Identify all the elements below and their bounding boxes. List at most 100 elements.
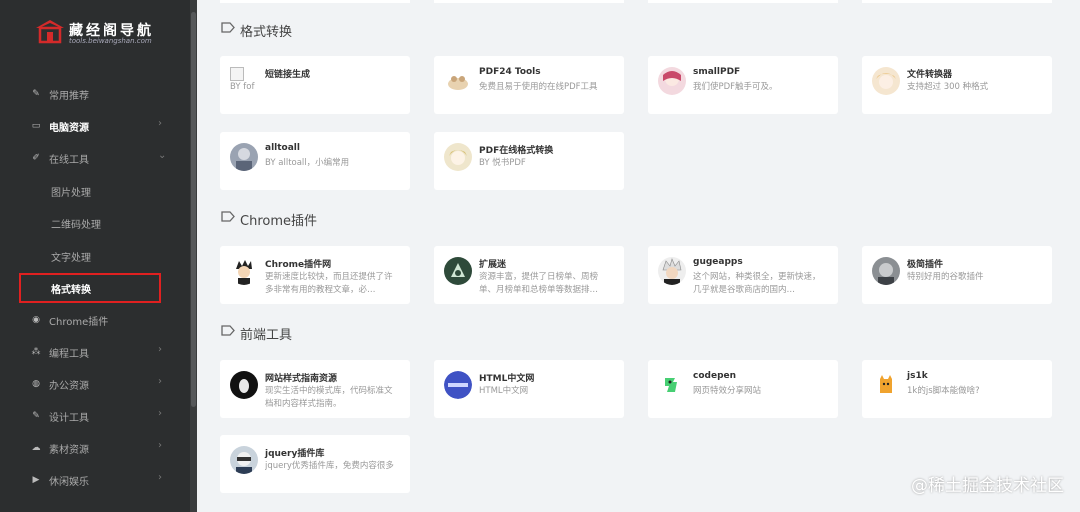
- sub-item-label: 二维码处理: [51, 220, 101, 231]
- sub-item-label: 文字处理: [51, 253, 91, 264]
- tag-icon: [221, 22, 235, 33]
- avatar-icon: [444, 143, 472, 171]
- card-desc: 网页特效分享网站: [693, 386, 762, 396]
- card-title: 文件转换器: [907, 70, 953, 80]
- nav-item-chrome[interactable]: ◉ Chrome插件: [0, 304, 190, 336]
- sidebar: 藏经阁导航 tools.beiwangshan.com ✎ 常用推荐 ▭ 电脑资…: [0, 0, 197, 512]
- site-card[interactable]: codepen 网页特效分享网站: [648, 360, 838, 418]
- card-desc: 更新速度比较快，而且还提供了许多非常有用的教程文章，必…: [265, 272, 393, 295]
- nav-item-programming[interactable]: ⁂ 编程工具 ›: [0, 336, 190, 368]
- main-content: 格式转换 短链接生成 BY fof PDF24 Tools 免费且易于使用的在线…: [197, 0, 1080, 512]
- card-edge: [434, 0, 624, 3]
- chevron-right-icon: ›: [158, 376, 162, 387]
- active-highlight-box: [19, 273, 161, 303]
- avatar-icon: [658, 257, 686, 285]
- nav-item-materials[interactable]: ☁ 素材资源 ›: [0, 432, 190, 464]
- card-title: jquery插件库: [265, 449, 325, 459]
- chrome-icon: ◉: [32, 315, 40, 325]
- site-card[interactable]: HTML中文网 HTML中文网: [434, 360, 624, 418]
- card-title: 短链接生成: [265, 70, 311, 80]
- card-title: gugeapps: [693, 257, 743, 267]
- chevron-right-icon: ›: [158, 440, 162, 451]
- site-card[interactable]: gugeapps 这个网站，种类很全，更新快速，几乎就是谷歌商店的国内…: [648, 246, 838, 304]
- sub-item-qrcode[interactable]: 二维码处理: [0, 207, 190, 239]
- nav-item-office[interactable]: ◍ 办公资源 ›: [0, 368, 190, 400]
- chevron-right-icon: ›: [158, 408, 162, 419]
- nav-item-computer[interactable]: ▭ 电脑资源 ›: [0, 110, 190, 142]
- card-desc: HTML中文网: [479, 386, 529, 396]
- card-desc: BY 悦书PDF: [479, 158, 526, 168]
- site-card[interactable]: 网站样式指南资源 现实生活中的模式库，代码标准文档和内容样式指南。: [220, 360, 410, 418]
- nav-label: 在线工具: [49, 155, 89, 166]
- broken-image-icon: [230, 67, 244, 81]
- card-title: PDF在线格式转换: [479, 146, 554, 156]
- sub-item-label: 图片处理: [51, 188, 91, 199]
- html-cn-logo-icon: [444, 371, 472, 399]
- card-desc: jquery优秀插件库，免费内容很多: [265, 461, 394, 471]
- chevron-right-icon: ›: [158, 472, 162, 483]
- nav-item-leisure[interactable]: ▶ 休闲娱乐 ›: [0, 464, 190, 496]
- briefcase-icon: ◍: [32, 379, 40, 389]
- site-card[interactable]: PDF在线格式转换 BY 悦书PDF: [434, 132, 624, 190]
- js1k-logo-icon: [872, 371, 900, 399]
- site-card[interactable]: Chrome插件网 更新速度比较快，而且还提供了许多非常有用的教程文章，必…: [220, 246, 410, 304]
- site-card[interactable]: jquery插件库 jquery优秀插件库，免费内容很多: [220, 435, 410, 493]
- card-title: PDF24 Tools: [479, 67, 541, 77]
- nav-label: 办公资源: [49, 381, 89, 392]
- nav-item-online-tools[interactable]: ✐ 在线工具 ⌄: [0, 142, 190, 174]
- site-card[interactable]: alltoall BY alltoall，小编常用: [220, 132, 410, 190]
- site-card[interactable]: 文件转换器 支持超过 300 种格式: [862, 56, 1052, 114]
- tag-icon: [221, 211, 235, 222]
- card-edge: [862, 0, 1052, 3]
- chevron-down-icon: ⌄: [158, 150, 167, 161]
- card-title: alltoall: [265, 143, 300, 153]
- nav-label: 编程工具: [49, 349, 89, 360]
- nav-item-common[interactable]: ✎ 常用推荐: [0, 78, 190, 110]
- pin-icon: ✎: [32, 89, 40, 99]
- site-card[interactable]: 扩展迷 资源丰富，提供了日榜单、周榜单、月榜单和总榜单等数据排…: [434, 246, 624, 304]
- card-desc: 1k的js脚本能做啥?: [907, 386, 980, 396]
- card-desc: BY alltoall，小编常用: [265, 158, 350, 168]
- codepen-logo-icon: [658, 371, 686, 399]
- brand-subtitle: tools.beiwangshan.com: [69, 37, 152, 45]
- site-card[interactable]: smallPDF 我们使PDF触手可及。: [648, 56, 838, 114]
- avatar-icon: [230, 446, 258, 474]
- site-card[interactable]: 极简插件 特别好用的谷歌插件: [862, 246, 1052, 304]
- site-card[interactable]: PDF24 Tools 免费且易于使用的在线PDF工具: [434, 56, 624, 114]
- sub-item-image[interactable]: 图片处理: [0, 175, 190, 207]
- card-title: Chrome插件网: [265, 260, 332, 270]
- card-title: smallPDF: [693, 67, 741, 77]
- chevron-right-icon: ›: [158, 118, 162, 129]
- nav-label: Chrome插件: [49, 317, 109, 328]
- sub-item-text[interactable]: 文字处理: [0, 240, 190, 272]
- sidebar-scroll-thumb[interactable]: [191, 12, 196, 407]
- hammer-icon: ✎: [32, 411, 40, 421]
- card-desc: 免费且易于使用的在线PDF工具: [479, 82, 598, 92]
- avatar-icon: [872, 257, 900, 285]
- card-desc: 资源丰富，提供了日榜单、周榜单、月榜单和总榜单等数据排…: [479, 272, 599, 295]
- card-desc: 特别好用的谷歌插件: [907, 272, 984, 282]
- card-title: js1k: [907, 371, 928, 381]
- site-card[interactable]: 短链接生成 BY fof: [220, 56, 410, 114]
- card-edge: [648, 0, 838, 3]
- site-card[interactable]: js1k 1k的js脚本能做啥?: [862, 360, 1052, 418]
- nav-label: 设计工具: [49, 413, 89, 424]
- logo-pavilion-icon: [36, 20, 64, 44]
- site-logo[interactable]: 藏经阁导航 tools.beiwangshan.com: [35, 16, 175, 52]
- card-title: codepen: [693, 371, 737, 381]
- card-edge: [220, 0, 410, 3]
- tag-icon: [221, 325, 235, 336]
- watermark: @稀土掘金技术社区: [911, 476, 1064, 496]
- card-desc: 现实生活中的模式库，代码标准文档和内容样式指南。: [265, 386, 393, 409]
- nav-label: 休闲娱乐: [49, 477, 89, 488]
- card-title: HTML中文网: [479, 374, 535, 384]
- nav-label: 电脑资源: [49, 123, 89, 134]
- card-desc: BY fof: [230, 82, 255, 92]
- avatar-icon: [230, 371, 258, 399]
- play-icon: ▶: [32, 475, 40, 485]
- extension-logo-icon: [444, 257, 472, 285]
- nav-label: 素材资源: [49, 445, 89, 456]
- card-desc: 我们使PDF触手可及。: [693, 82, 778, 92]
- nav-item-design[interactable]: ✎ 设计工具 ›: [0, 400, 190, 432]
- chevron-right-icon: ›: [158, 344, 162, 355]
